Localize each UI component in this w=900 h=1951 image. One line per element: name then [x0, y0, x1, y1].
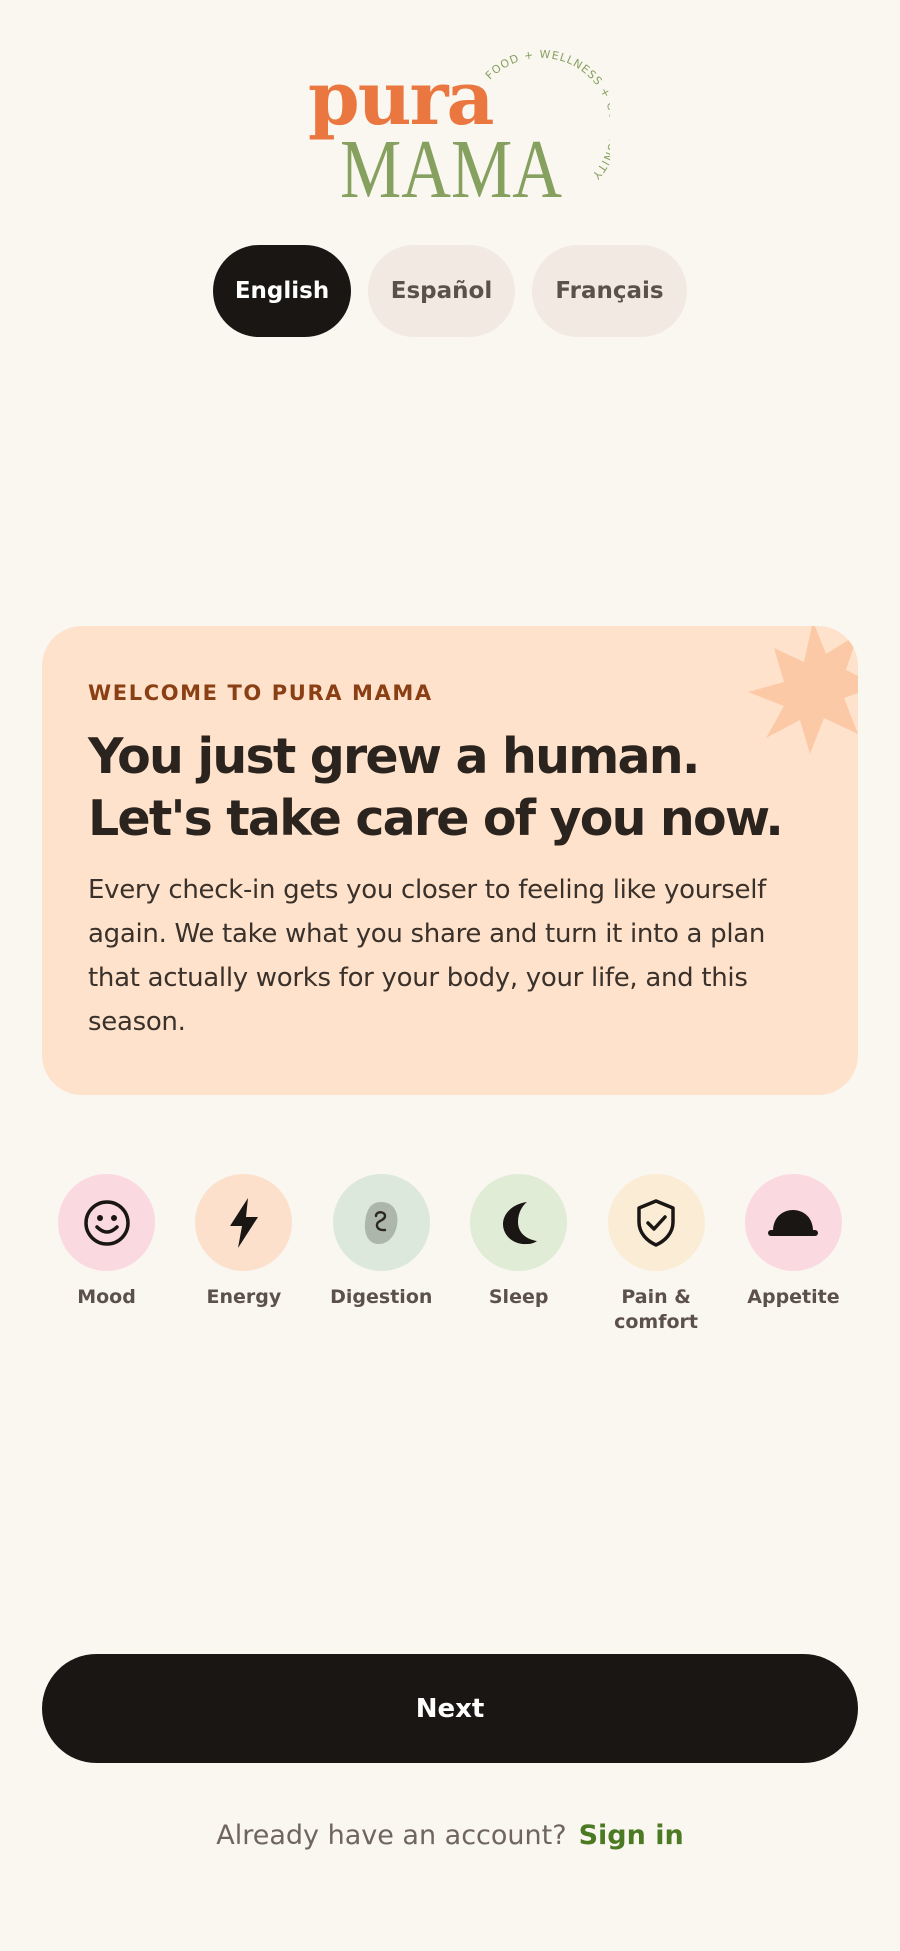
category-appetite[interactable]: Appetite	[725, 1174, 862, 1335]
mood-icon-circle	[58, 1174, 155, 1271]
signin-link[interactable]: Sign in	[579, 1820, 684, 1851]
welcome-body: Every check-in gets you closer to feelin…	[88, 875, 767, 1037]
bowl-icon	[768, 1209, 819, 1236]
category-digestion[interactable]: Digestion	[313, 1174, 450, 1335]
language-option-english[interactable]: English	[213, 245, 351, 337]
welcome-title: You just grew a human. Let's take care o…	[88, 728, 784, 847]
shield-check-icon	[637, 1198, 675, 1247]
svg-text:FOOD + WELLNESS + COMMUNITY: FOOD + WELLNESS + COMMUNITY	[483, 50, 610, 182]
logo-tagline: FOOD + WELLNESS + COMMUNITY	[483, 50, 610, 182]
welcome-eyebrow: WELCOME TO PURA MAMA	[88, 681, 433, 705]
logo-tagline-ring: FOOD + WELLNESS + COMMUNITY	[483, 50, 610, 182]
pain-icon-circle	[607, 1174, 705, 1271]
onboarding-screen: pura MAMA FOOD + WELLNESS + COMMUNITY En…	[0, 0, 900, 1951]
next-button[interactable]: Next	[42, 1654, 858, 1763]
checkin-categories: Mood Energy Digestion Sleep Pain & comfo…	[38, 1174, 862, 1335]
language-selector: English Español Français	[0, 245, 900, 337]
category-label: Sleep	[488, 1286, 549, 1308]
language-option-espanol[interactable]: Español	[368, 245, 515, 337]
category-sleep[interactable]: Sleep	[450, 1174, 587, 1335]
category-pain-comfort[interactable]: Pain & comfort	[588, 1174, 725, 1335]
stomach-icon	[365, 1201, 398, 1244]
digestion-icon-circle	[332, 1174, 430, 1271]
sleep-icon-circle	[470, 1174, 568, 1271]
language-option-francais[interactable]: Français	[532, 245, 687, 337]
category-label: Appetite	[747, 1286, 840, 1308]
brand-logo: pura MAMA FOOD + WELLNESS + COMMUNITY	[300, 50, 610, 212]
moon-icon	[502, 1201, 537, 1244]
energy-icon-circle	[195, 1174, 293, 1271]
signin-prompt: Already have an account?	[216, 1820, 567, 1851]
smiley-icon	[83, 1199, 130, 1246]
category-label: Digestion	[330, 1286, 433, 1308]
category-label: Pain & comfort	[614, 1286, 698, 1333]
lightning-icon	[229, 1197, 258, 1248]
category-label: Energy	[206, 1286, 282, 1308]
appetite-icon-circle	[744, 1174, 842, 1271]
category-mood[interactable]: Mood	[38, 1174, 175, 1335]
category-label: Mood	[77, 1286, 136, 1308]
signin-row: Already have an account? Sign in	[0, 1820, 900, 1851]
welcome-card: WELCOME TO PURA MAMA You just grew a hum…	[42, 626, 858, 1095]
category-energy[interactable]: Energy	[175, 1174, 312, 1335]
